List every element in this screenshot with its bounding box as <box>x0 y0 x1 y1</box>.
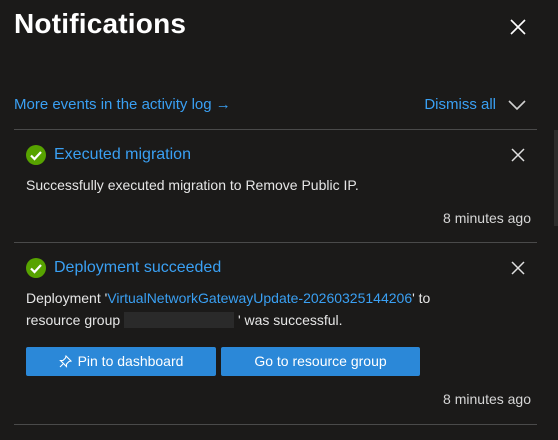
message-text: Deployment ' <box>26 290 108 306</box>
success-check-icon <box>26 145 46 165</box>
message-text: ' to <box>412 290 431 306</box>
dismiss-notification-icon[interactable] <box>510 260 526 276</box>
pin-button-label: Pin to dashboard <box>77 353 184 369</box>
close-panel-icon[interactable] <box>509 18 527 36</box>
success-check-icon <box>26 258 46 278</box>
divider <box>14 129 537 130</box>
divider <box>14 424 537 425</box>
pin-icon <box>58 350 72 377</box>
dismiss-all-button[interactable]: Dismiss all <box>424 96 496 113</box>
activity-log-link[interactable]: More events in the activity log → <box>14 96 231 113</box>
scrollbar[interactable] <box>554 130 558 226</box>
notification-message: Deployment 'VirtualNetworkGatewayUpdate-… <box>26 287 516 331</box>
arrow-right-icon: → <box>215 96 231 113</box>
chevron-down-icon[interactable] <box>508 98 526 116</box>
redacted-resource-group <box>124 312 235 328</box>
activity-log-link-label: More events in the activity log <box>14 96 212 113</box>
dismiss-notification-icon[interactable] <box>510 147 526 163</box>
message-text: resource group <box>26 312 121 328</box>
notification-timestamp: 8 minutes ago <box>443 391 531 407</box>
notification-item[interactable]: Executed migration Successfully executed… <box>0 144 558 240</box>
pin-to-dashboard-button[interactable]: Pin to dashboard <box>26 347 216 376</box>
go-to-resource-group-button[interactable]: Go to resource group <box>221 347 420 376</box>
notification-item[interactable]: Deployment succeeded Deployment 'Virtual… <box>0 257 558 417</box>
notification-message: Successfully executed migration to Remov… <box>26 177 359 193</box>
divider <box>14 242 537 243</box>
deployment-link[interactable]: VirtualNetworkGatewayUpdate-202603251442… <box>107 290 412 306</box>
notification-timestamp: 8 minutes ago <box>443 210 531 226</box>
panel-title: Notifications <box>14 8 187 39</box>
notifications-panel: Notifications More events in the activit… <box>0 0 558 440</box>
actions-bar: More events in the activity log → Dismis… <box>14 95 534 117</box>
notification-title[interactable]: Deployment succeeded <box>54 257 221 279</box>
message-text: ' was successful. <box>237 312 343 328</box>
notification-title[interactable]: Executed migration <box>54 144 191 166</box>
